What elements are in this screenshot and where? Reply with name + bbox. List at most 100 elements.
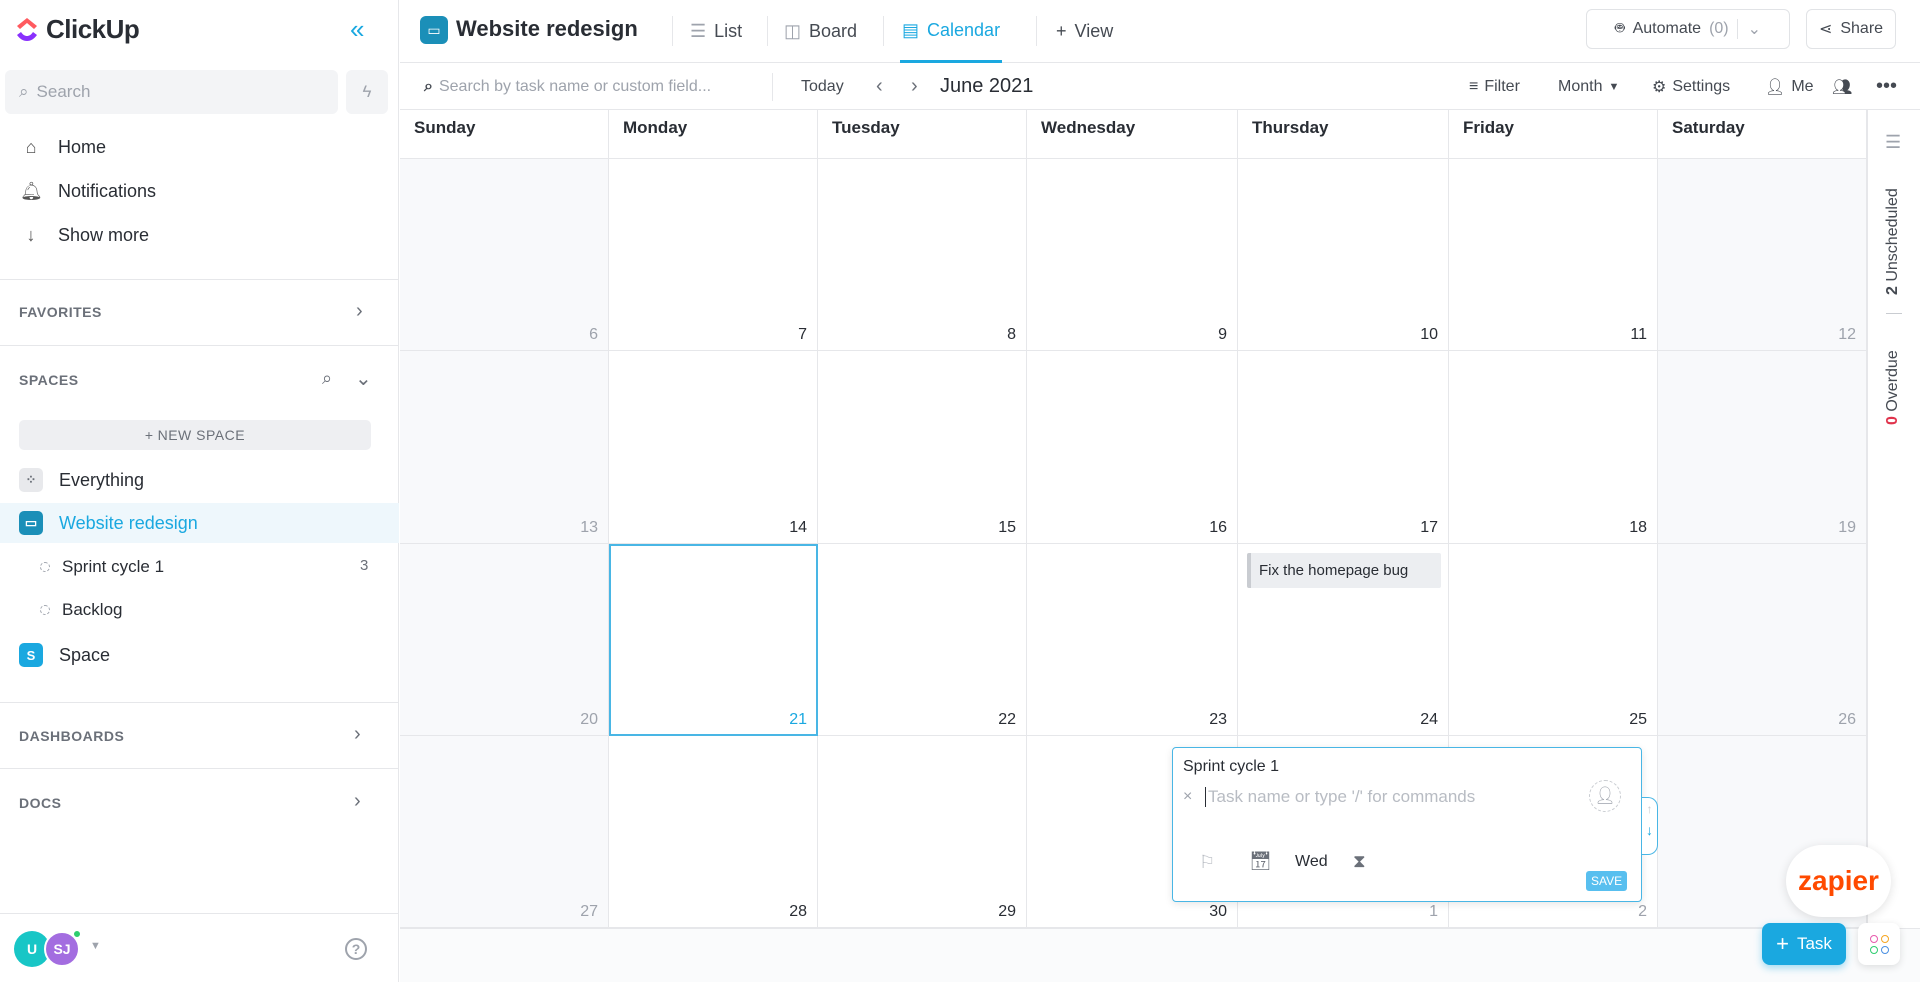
menu-icon[interactable]: ☰ xyxy=(1885,132,1901,153)
reorder-handle[interactable]: ↑ ↓ xyxy=(1642,797,1658,855)
calendar-day-cell[interactable]: 21 xyxy=(609,544,818,736)
arrow-down-icon[interactable]: ↓ xyxy=(1642,822,1657,838)
calendar-day-cell[interactable]: 8 xyxy=(818,159,1027,351)
add-task-button[interactable]: + Task xyxy=(1762,923,1846,965)
next-month-icon[interactable]: › xyxy=(911,63,918,110)
calendar-day-cell[interactable]: 6 xyxy=(400,159,609,351)
chevron-down-icon[interactable]: ⌄ xyxy=(1736,19,1761,39)
apps-grid-icon[interactable] xyxy=(1858,923,1900,965)
calendar-day-cell[interactable]: 11 xyxy=(1449,159,1658,351)
list-selector[interactable]: Sprint cycle 1 xyxy=(1183,758,1279,776)
calendar-day-cell[interactable]: 25 xyxy=(1449,544,1658,736)
sidebar-item-show-more[interactable]: ↓ Show more xyxy=(20,225,150,246)
prev-month-icon[interactable]: ‹ xyxy=(876,63,883,110)
calendar-day-cell[interactable]: 20 xyxy=(400,544,609,736)
day-header-monday: Monday xyxy=(609,110,818,159)
arrow-down-icon: ↓ xyxy=(26,225,36,245)
overdue-tab[interactable]: 0 Overdue xyxy=(1884,350,1902,425)
assignees-icon[interactable]: 👥︎ xyxy=(1832,63,1852,110)
calendar-day-cell[interactable]: 18 xyxy=(1449,351,1658,544)
new-space-button[interactable]: + NEW SPACE xyxy=(19,420,371,450)
assign-user-icon[interactable]: 👤︎ xyxy=(1589,780,1621,812)
quick-action-bolt-icon[interactable]: ϟ xyxy=(346,70,388,114)
chevron-right-icon[interactable]: › xyxy=(356,300,363,323)
calendar-day-cell[interactable]: 7 xyxy=(609,159,818,351)
day-number: 20 xyxy=(580,711,598,728)
save-button[interactable]: SAVE xyxy=(1586,871,1628,891)
chevron-right-icon[interactable]: › xyxy=(354,790,361,813)
sidebar-item-website-redesign[interactable]: ▭ Website redesign xyxy=(0,503,399,543)
calendar-day-cell[interactable]: 9 xyxy=(1027,159,1238,351)
calendar-day-cell[interactable]: 19 xyxy=(1658,351,1867,544)
everything-label: Everything xyxy=(59,469,145,490)
tab-calendar[interactable]: ▤ Calendar xyxy=(900,0,1003,63)
add-view-button[interactable]: + View xyxy=(1056,0,1113,63)
help-icon[interactable]: ? xyxy=(345,938,367,960)
calendar-icon: ▤ xyxy=(902,19,920,40)
due-date-button[interactable]: Wed xyxy=(1295,853,1328,871)
unscheduled-tab[interactable]: 2 Unscheduled xyxy=(1884,188,1902,295)
day-number: 25 xyxy=(1629,711,1647,728)
time-estimate-hourglass-icon[interactable]: ⧗ xyxy=(1353,851,1366,872)
arrow-up-icon[interactable]: ↑ xyxy=(1642,802,1657,816)
caret-down-icon[interactable]: ▼ xyxy=(90,940,101,952)
calendar-day-cell[interactable]: 29 xyxy=(818,736,1027,928)
tab-list[interactable]: ☰ List xyxy=(690,0,742,63)
close-icon[interactable]: × xyxy=(1183,788,1192,806)
plus-icon: + xyxy=(1056,21,1067,41)
filter-button[interactable]: ≡ Filter xyxy=(1469,63,1520,110)
more-options-icon[interactable]: ••• xyxy=(1876,63,1897,110)
calendar-day-cell[interactable]: 15 xyxy=(818,351,1027,544)
month-mode-dropdown[interactable]: Month ▼ xyxy=(1558,63,1619,110)
divider xyxy=(0,345,399,346)
sidebar-search-input[interactable]: ⌕ Search xyxy=(5,70,338,114)
robot-icon: 🤖︎ xyxy=(1614,20,1625,37)
zapier-logo: zapier xyxy=(1798,865,1879,896)
day-number: 16 xyxy=(1209,519,1227,536)
me-filter-button[interactable]: 👤︎ Me xyxy=(1765,63,1814,110)
online-status-icon xyxy=(72,929,82,939)
calendar-day-cell[interactable]: 12 xyxy=(1658,159,1867,351)
task-name-input[interactable]: Task name or type '/' for commands xyxy=(1205,787,1475,807)
today-button[interactable]: Today xyxy=(801,63,844,110)
search-spaces-icon[interactable]: ⌕ xyxy=(322,368,332,389)
zapier-button[interactable]: zapier xyxy=(1786,845,1891,917)
clickup-logo[interactable]: ClickUp xyxy=(14,14,140,45)
calendar-event[interactable]: Fix the homepage bug xyxy=(1247,553,1441,588)
sidebar-item-space[interactable]: S Space xyxy=(0,635,399,675)
list-item-sprint-cycle[interactable]: Sprint cycle 1 xyxy=(40,557,164,577)
nav-label: Show more xyxy=(58,225,150,245)
calendar-day-cell[interactable]: 27 xyxy=(400,736,609,928)
view-header: ▭ Website redesign ☰ List ◫ Board ▤ Calenda… xyxy=(400,0,1920,63)
tab-board[interactable]: ◫ Board xyxy=(784,0,857,63)
sidebar-item-notifications[interactable]: 🔔︎ Notifications xyxy=(20,181,156,202)
settings-button[interactable]: ⚙ Settings xyxy=(1652,63,1730,110)
calendar-day-cell[interactable]: 10 xyxy=(1238,159,1449,351)
plus-icon: + xyxy=(1776,931,1789,956)
calendar-day-cell[interactable]: 23 xyxy=(1027,544,1238,736)
calendar-day-cell[interactable]: 26 xyxy=(1658,544,1867,736)
start-date-icon[interactable]: 📅︎ xyxy=(1249,851,1272,872)
dashboards-section[interactable]: DASHBOARDS xyxy=(19,728,124,744)
calendar-day-cell[interactable]: 28 xyxy=(609,736,818,928)
calendar-day-cell[interactable]: 14 xyxy=(609,351,818,544)
share-button[interactable]: ⋖ Share xyxy=(1806,9,1896,49)
calendar-day-cell[interactable]: 16 xyxy=(1027,351,1238,544)
sidebar-item-home[interactable]: ⌂ Home xyxy=(20,137,106,158)
list-item-backlog[interactable]: Backlog xyxy=(40,600,122,620)
calendar-day-cell[interactable]: 17 xyxy=(1238,351,1449,544)
favorites-section[interactable]: FAVORITES xyxy=(19,304,102,320)
share-label: Share xyxy=(1840,20,1884,37)
automate-button[interactable]: 🤖︎ Automate (0) ⌄ xyxy=(1586,9,1790,49)
chevron-right-icon[interactable]: › xyxy=(354,723,361,746)
task-search-input[interactable]: ⌕ Search by task name or custom field... xyxy=(424,63,711,110)
calendar-day-cell[interactable]: 22 xyxy=(818,544,1027,736)
day-number: 11 xyxy=(1630,326,1647,343)
day-number: 8 xyxy=(1007,326,1016,343)
sidebar-item-everything[interactable]: ⁘ Everything xyxy=(0,460,399,500)
chevron-down-icon[interactable]: ⌄ xyxy=(355,366,372,391)
docs-section[interactable]: DOCS xyxy=(19,795,61,811)
collapse-sidebar-icon[interactable]: « xyxy=(350,14,364,45)
priority-flag-icon[interactable]: ⚐ xyxy=(1199,852,1215,873)
calendar-day-cell[interactable]: 13 xyxy=(400,351,609,544)
